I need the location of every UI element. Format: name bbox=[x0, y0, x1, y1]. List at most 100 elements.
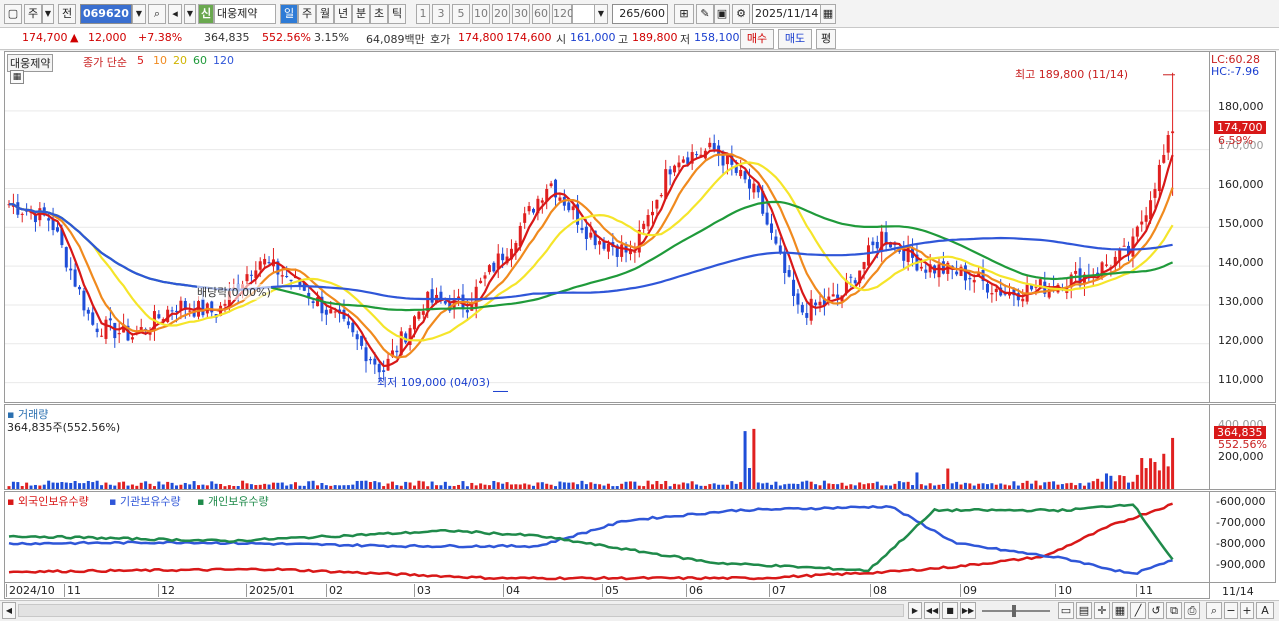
volume-bar bbox=[567, 482, 571, 489]
candle-body bbox=[941, 261, 945, 274]
candle-body bbox=[487, 265, 491, 273]
code-dropdown-icon[interactable]: ▼ bbox=[132, 4, 146, 24]
grid-icon[interactable]: ▦ bbox=[1112, 602, 1128, 619]
volume-bar bbox=[421, 481, 425, 489]
ma-line-20 bbox=[8, 161, 1174, 342]
zoom-slider[interactable] bbox=[982, 610, 1050, 612]
interval-button-5[interactable]: 5 bbox=[452, 4, 470, 24]
gear-icon[interactable]: ⚙ bbox=[732, 4, 750, 24]
volume-bar bbox=[725, 484, 729, 489]
candle-body bbox=[906, 245, 910, 262]
interval-button-120[interactable]: 120 bbox=[552, 4, 574, 24]
speaker-icon[interactable]: ◂ bbox=[168, 4, 182, 24]
rewind-icon[interactable]: ◀◀ bbox=[924, 602, 940, 619]
prev-button[interactable]: 전 bbox=[58, 4, 76, 24]
stock-code-input[interactable]: 069620 bbox=[80, 4, 132, 24]
candle-body bbox=[805, 313, 809, 318]
period-button-4[interactable]: 분 bbox=[352, 4, 370, 24]
volume-bar bbox=[69, 482, 73, 489]
interval-button-10[interactable]: 10 bbox=[472, 4, 490, 24]
zoom-out-icon[interactable]: − bbox=[1224, 602, 1238, 619]
interval-button-20[interactable]: 20 bbox=[492, 4, 510, 24]
fast-forward-icon[interactable]: ▶▶ bbox=[960, 602, 976, 619]
candle-body bbox=[430, 289, 434, 303]
line-icon[interactable]: ╱ bbox=[1130, 602, 1146, 619]
volume-bar bbox=[897, 481, 901, 489]
stop-icon[interactable]: ■ bbox=[942, 602, 958, 619]
calendar-icon[interactable]: ▦ bbox=[820, 4, 836, 24]
volume-bar bbox=[20, 485, 24, 489]
zoom-icon[interactable]: ⌕ bbox=[1206, 602, 1222, 619]
interval-button-60[interactable]: 60 bbox=[532, 4, 550, 24]
chart-tools-icon[interactable]: ⊞ bbox=[674, 4, 694, 24]
bottom-scrollbar[interactable]: ◀ ▶ ◀◀ ■ ▶▶ ▭ ▤ ✛ ▦ ╱ ↺ ⧉ ⎙ ⌕ − + A bbox=[0, 600, 1279, 621]
sell-button[interactable]: 매도 bbox=[778, 29, 812, 49]
volume-bar bbox=[227, 485, 231, 489]
volume-bar bbox=[866, 483, 870, 489]
scroll-track[interactable] bbox=[18, 604, 904, 617]
speaker-dropdown-icon[interactable]: ▼ bbox=[184, 4, 196, 24]
volume-bar bbox=[1109, 475, 1113, 489]
interval-button-3[interactable]: 3 bbox=[432, 4, 450, 24]
scroll-left-icon[interactable]: ◀ bbox=[2, 602, 16, 619]
undo-icon[interactable]: ↺ bbox=[1148, 602, 1164, 619]
window-icon[interactable]: ▢ bbox=[4, 4, 22, 24]
period-button-1[interactable]: 주 bbox=[298, 4, 316, 24]
interval-button-30[interactable]: 30 bbox=[512, 4, 530, 24]
auto-scale-icon[interactable]: A bbox=[1256, 602, 1274, 619]
volume-bar bbox=[818, 485, 822, 489]
crosshair-icon[interactable]: ✛ bbox=[1094, 602, 1110, 619]
copy-icon[interactable]: ⧉ bbox=[1166, 602, 1182, 619]
y-tick-140000: 140,000 bbox=[1218, 256, 1264, 269]
volume-bar bbox=[333, 485, 337, 489]
volume-bar bbox=[404, 481, 408, 489]
volume-bar bbox=[708, 484, 712, 489]
candle-body bbox=[814, 302, 818, 306]
volume-bar bbox=[990, 483, 994, 489]
change-value: 12,000 bbox=[88, 31, 127, 44]
zoom-slider-handle[interactable] bbox=[1012, 605, 1016, 617]
count-input[interactable]: 265/600 bbox=[612, 4, 668, 24]
volume-bar bbox=[747, 468, 751, 489]
candle-body bbox=[95, 328, 99, 333]
candle-body bbox=[1140, 221, 1144, 225]
holdings-pane[interactable]: ▪ 외국인보유수량 ▪ 기관보유수량 ▪ 개인보유수량 bbox=[4, 491, 1210, 583]
volume-bar bbox=[479, 483, 483, 489]
price-pane[interactable]: 대웅제약 종가 단순 5 10 20 60 120 ▦ 최고 189,800 (… bbox=[4, 51, 1210, 403]
search-icon[interactable]: ⌕ bbox=[148, 4, 166, 24]
candle-body bbox=[368, 359, 372, 361]
interval-dropdown-icon[interactable]: ▼ bbox=[594, 4, 608, 24]
volume-bar bbox=[743, 431, 747, 489]
period-button-5[interactable]: 초 bbox=[370, 4, 388, 24]
volume-bar bbox=[880, 485, 884, 489]
period-button-3[interactable]: 년 bbox=[334, 4, 352, 24]
volume-bar bbox=[232, 485, 236, 489]
volume-bar bbox=[633, 481, 637, 489]
volume-pane[interactable]: ▪ 거래량 364,835주(552.56%) bbox=[4, 404, 1210, 490]
buy-button[interactable]: 매수 bbox=[740, 29, 774, 49]
candle-body bbox=[523, 213, 527, 223]
zoom-in-icon[interactable]: + bbox=[1240, 602, 1254, 619]
candle-body bbox=[695, 154, 699, 156]
period-button-2[interactable]: 월 bbox=[316, 4, 334, 24]
market-selector[interactable]: 주 bbox=[24, 4, 42, 24]
candle-body bbox=[875, 241, 879, 249]
table-view-icon[interactable]: ▦ bbox=[10, 70, 24, 84]
volume-bar bbox=[25, 482, 29, 489]
draw-tool-icon[interactable]: ✎ bbox=[696, 4, 714, 24]
eval-button[interactable]: 평 bbox=[816, 29, 836, 49]
volume-bar bbox=[11, 481, 15, 489]
candle-body bbox=[373, 358, 377, 365]
period-button-6[interactable]: 틱 bbox=[388, 4, 406, 24]
volume-bar bbox=[849, 484, 853, 489]
date-input[interactable]: 2025/11/14 bbox=[752, 4, 822, 24]
save-icon[interactable]: ▣ bbox=[714, 4, 730, 24]
layout-icon[interactable]: ▭ bbox=[1058, 602, 1074, 619]
print-icon[interactable]: ⎙ bbox=[1184, 602, 1200, 619]
period-button-0[interactable]: 일 bbox=[280, 4, 298, 24]
split-icon[interactable]: ▤ bbox=[1076, 602, 1092, 619]
candle-body bbox=[421, 311, 425, 315]
scroll-right-icon[interactable]: ▶ bbox=[908, 602, 922, 619]
market-dropdown-icon[interactable]: ▼ bbox=[42, 4, 54, 24]
interval-button-1[interactable]: 1 bbox=[416, 4, 430, 24]
